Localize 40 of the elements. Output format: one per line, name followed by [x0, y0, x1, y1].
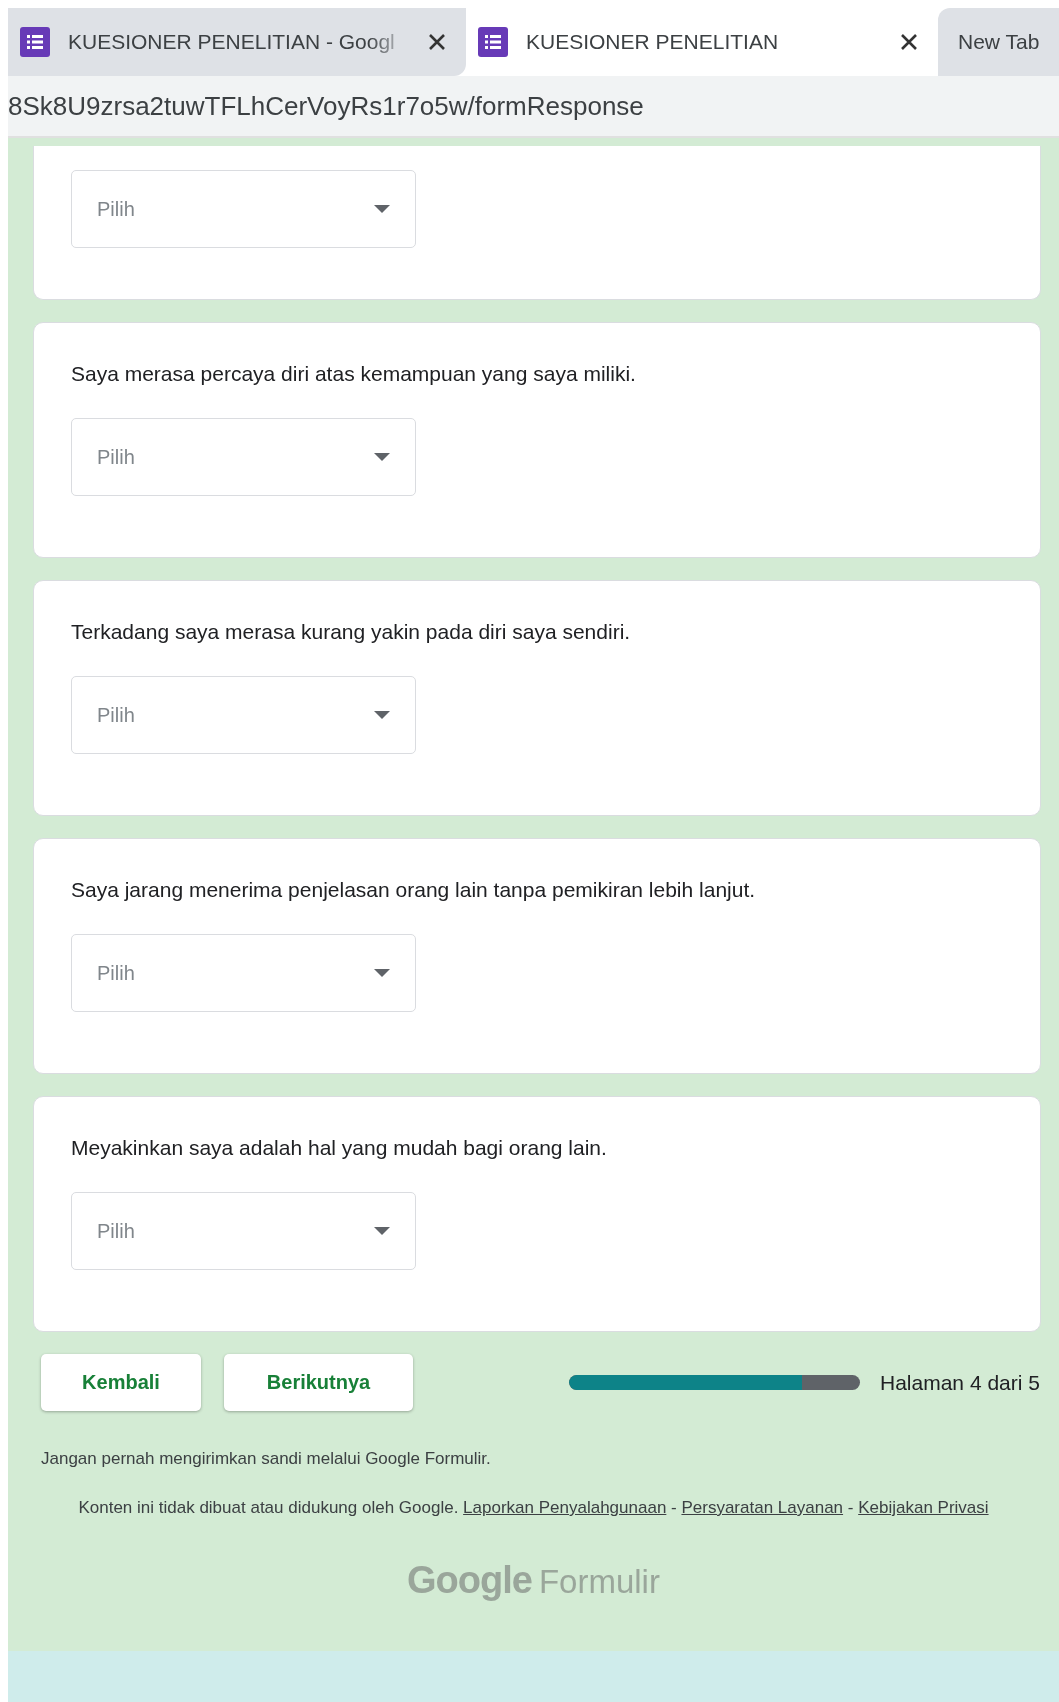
- question-text: Terkadang saya merasa kurang yakin pada diri saya sendiri.: [71, 619, 632, 645]
- caret-icon: [374, 711, 390, 720]
- dropdown-placeholder: Pilih: [97, 961, 135, 985]
- url-text: 8Sk8U9zrsa2tuwTFLhCerVoyRs1r7o5w/formResponse: [8, 90, 644, 122]
- dropdown[interactable]: Pilih: [71, 934, 416, 1013]
- form-icon: [20, 27, 50, 57]
- footer-link[interactable]: Laporkan Penyalahgunaan: [463, 1498, 667, 1517]
- tab-title: New Tab: [958, 30, 1040, 54]
- question-text: Saya jarang menerima penjelasan orang lain tanpa pemikiran lebih lanjut.: [71, 877, 757, 903]
- question-text: Meyakinkan saya adalah hal yang mudah bagi orang lain.: [71, 1135, 608, 1161]
- question-text: Saya merasa percaya diri atas kemampuan yang saya miliki.: [71, 361, 637, 387]
- disclaimer-text: Konten ini tidak dibuat atau didukung oleh Google. Laporkan Penyalahgunaan - Persyaratan Layanan - Kebijakan Privasi: [77, 1497, 990, 1519]
- dropdown[interactable]: Pilih: [71, 170, 416, 248]
- caret-icon: [374, 453, 390, 462]
- footer-link[interactable]: Kebijakan Privasi: [858, 1498, 989, 1517]
- dropdown-placeholder: Pilih: [97, 197, 135, 221]
- dropdown[interactable]: Pilih: [71, 418, 416, 497]
- caret-icon: [374, 1227, 390, 1236]
- form-icon: [478, 27, 508, 57]
- warning-text: Jangan pernah mengirimkan sandi melalui Google Formulir.: [41, 1449, 492, 1469]
- caret-icon: [374, 969, 390, 978]
- browser-tab[interactable]: KUESIONER PENELITIAN - Googl: [8, 8, 466, 76]
- close-icon[interactable]: [900, 33, 918, 51]
- dropdown[interactable]: Pilih: [71, 1192, 416, 1271]
- product-name: Formulir: [538, 1563, 660, 1602]
- next-button[interactable]: Berikutnya: [224, 1354, 413, 1411]
- tab-title: KUESIONER PENELITIAN: [526, 30, 780, 54]
- caret-icon: [374, 205, 390, 213]
- close-icon[interactable]: [428, 33, 446, 51]
- footer-link[interactable]: Persyaratan Layanan: [681, 1498, 844, 1517]
- tab-title: KUESIONER PENELITIAN - Googl: [68, 30, 396, 54]
- dropdown-placeholder: Pilih: [97, 445, 135, 469]
- page-indicator: Halaman 4 dari 5: [880, 1370, 1040, 1395]
- dropdown-placeholder: Pilih: [97, 703, 135, 727]
- dropdown-placeholder: Pilih: [97, 1219, 135, 1243]
- dropdown[interactable]: Pilih: [71, 676, 416, 755]
- address-bar[interactable]: 8Sk8U9zrsa2tuwTFLhCerVoyRs1r7o5w/formResponse: [8, 76, 1059, 138]
- back-button[interactable]: Kembali: [41, 1354, 201, 1411]
- browser-tab[interactable]: New Tab: [938, 8, 1059, 76]
- logo-text: Google: [407, 1559, 532, 1603]
